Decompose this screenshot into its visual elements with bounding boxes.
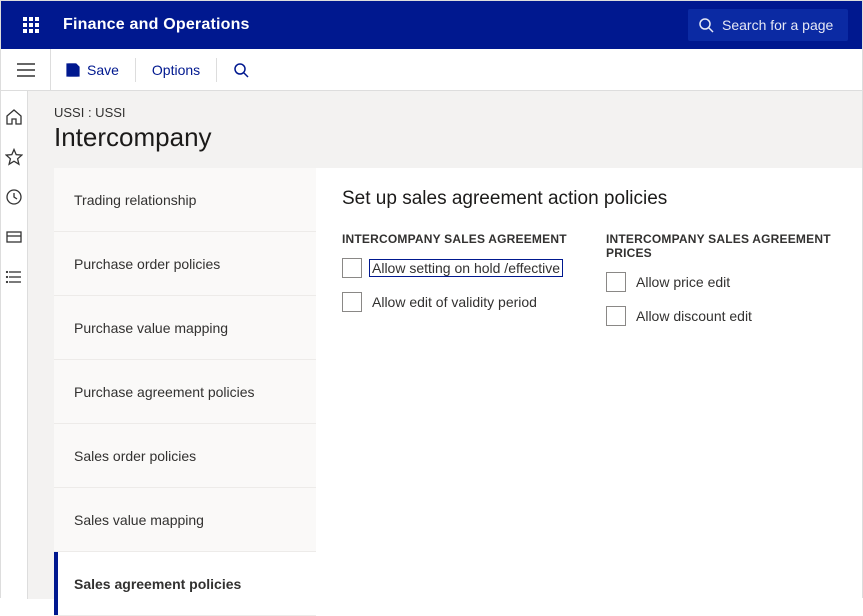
command-bar-row: Save Options [1, 49, 862, 91]
field-groups: INTERCOMPANY SALES AGREEMENT Allow setti… [342, 232, 836, 340]
find-button[interactable] [219, 49, 263, 91]
field-allow-edit-validity: Allow edit of validity period [342, 292, 572, 312]
field-allow-price-edit: Allow price edit [606, 272, 836, 292]
tab-content: Set up sales agreement action policies I… [316, 168, 862, 616]
breadcrumb: USSI : USSI [54, 105, 862, 120]
group-title: INTERCOMPANY SALES AGREEMENT PRICES [606, 232, 836, 260]
hamburger-icon [17, 63, 35, 77]
checkbox-allow-discount-edit[interactable] [606, 306, 626, 326]
tab-sales-value-mapping[interactable]: Sales value mapping [54, 488, 316, 552]
separator [135, 58, 136, 82]
checkbox-allow-edit-validity[interactable] [342, 292, 362, 312]
separator [216, 58, 217, 82]
search-icon [233, 62, 249, 78]
save-button-label: Save [87, 62, 119, 78]
tab-label: Sales order policies [74, 448, 196, 464]
checkbox-label[interactable]: Allow edit of validity period [372, 294, 537, 310]
nav-workspaces-button[interactable] [4, 227, 24, 247]
field-allow-discount-edit: Allow discount edit [606, 306, 836, 326]
topbar: Finance and Operations Search for a page [1, 1, 862, 49]
nav-modules-button[interactable] [4, 267, 24, 287]
search-box[interactable]: Search for a page [688, 9, 848, 41]
tab-label: Sales value mapping [74, 512, 204, 528]
tab-label: Purchase agreement policies [74, 384, 255, 400]
tab-label: Sales agreement policies [74, 576, 241, 592]
group-intercompany-sales-agreement-prices: INTERCOMPANY SALES AGREEMENT PRICES Allo… [606, 232, 836, 340]
star-icon [5, 148, 23, 166]
checkbox-allow-price-edit[interactable] [606, 272, 626, 292]
workspace: USSI : USSI Intercompany Trading relatio… [28, 91, 862, 599]
save-icon [65, 62, 81, 78]
command-bar: Save Options [51, 49, 263, 90]
tab-trading-relationship[interactable]: Trading relationship [54, 168, 316, 232]
list-icon [5, 268, 23, 286]
search-placeholder: Search for a page [722, 17, 833, 33]
page-header: USSI : USSI Intercompany [28, 91, 862, 168]
options-button-label: Options [152, 62, 200, 78]
tab-purchase-order-policies[interactable]: Purchase order policies [54, 232, 316, 296]
tab-label: Purchase value mapping [74, 320, 228, 336]
tab-purchase-agreement-policies[interactable]: Purchase agreement policies [54, 360, 316, 424]
side-tabs: Trading relationship Purchase order poli… [54, 168, 316, 616]
tab-purchase-value-mapping[interactable]: Purchase value mapping [54, 296, 316, 360]
checkbox-label[interactable]: Allow setting on hold /effective [369, 259, 563, 277]
workspace-icon [5, 228, 23, 246]
page-title: Intercompany [54, 122, 862, 153]
section-heading: Set up sales agreement action policies [342, 188, 836, 210]
panels: Trading relationship Purchase order poli… [28, 168, 862, 616]
checkbox-label[interactable]: Allow discount edit [636, 308, 752, 324]
options-button[interactable]: Options [138, 49, 214, 91]
group-title: INTERCOMPANY SALES AGREEMENT [342, 232, 572, 246]
field-allow-on-hold-effective: Allow setting on hold /effective [342, 258, 572, 278]
tab-label: Trading relationship [74, 192, 196, 208]
nav-home-button[interactable] [4, 107, 24, 127]
tab-sales-order-policies[interactable]: Sales order policies [54, 424, 316, 488]
search-icon [698, 17, 714, 33]
tab-label: Purchase order policies [74, 256, 220, 272]
tab-sales-agreement-policies[interactable]: Sales agreement policies [54, 552, 316, 616]
left-rail [1, 91, 28, 599]
waffle-icon [23, 17, 39, 33]
save-button[interactable]: Save [51, 49, 133, 91]
checkbox-label[interactable]: Allow price edit [636, 274, 730, 290]
nav-favorites-button[interactable] [4, 147, 24, 167]
nav-recent-button[interactable] [4, 187, 24, 207]
main-region: USSI : USSI Intercompany Trading relatio… [1, 91, 862, 599]
nav-toggle-button[interactable] [1, 49, 51, 90]
checkbox-allow-on-hold-effective[interactable] [342, 258, 362, 278]
home-icon [5, 108, 23, 126]
group-intercompany-sales-agreement: INTERCOMPANY SALES AGREEMENT Allow setti… [342, 232, 572, 340]
clock-icon [5, 188, 23, 206]
brand-title: Finance and Operations [51, 16, 250, 34]
app-launcher-button[interactable] [11, 17, 51, 33]
